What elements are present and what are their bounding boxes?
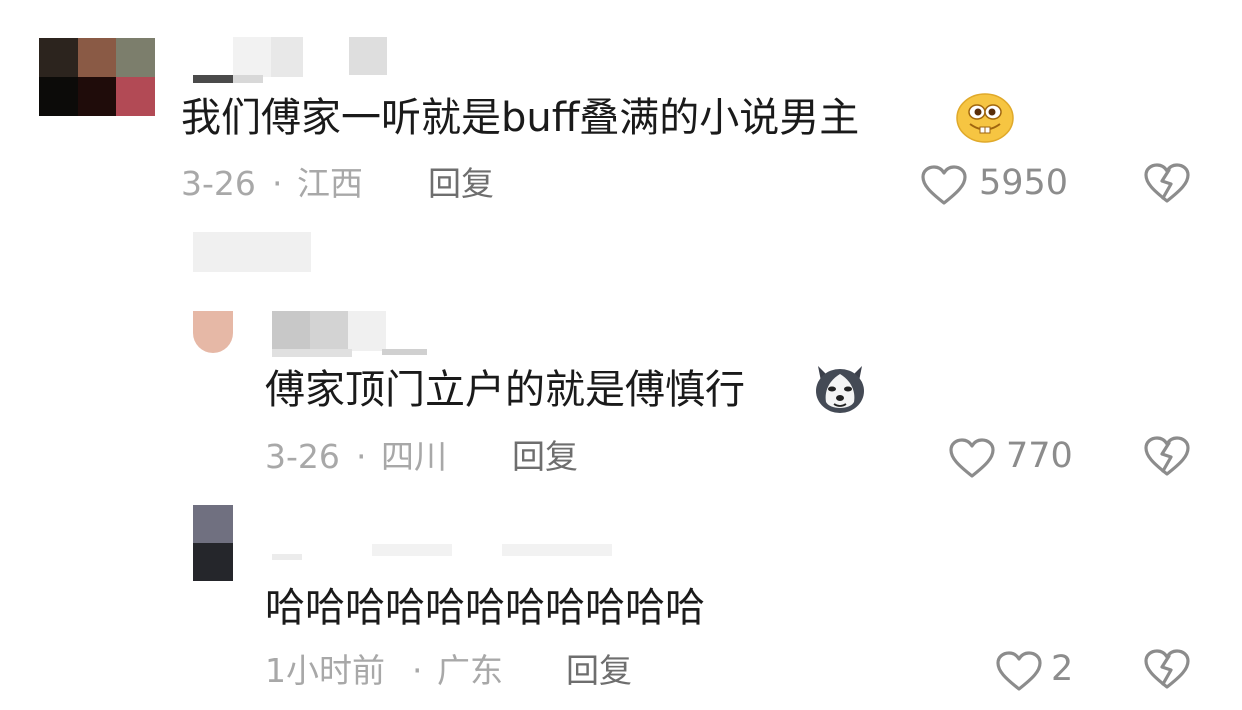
broken-heart-icon [1143,162,1191,204]
like-count: 770 [1006,436,1073,476]
username-censored[interactable] [272,540,652,560]
comment-text: 我们傅家一听就是buff叠满的小说男主 [181,95,860,141]
broken-heart-icon [1143,648,1191,690]
censored-block [193,232,311,272]
reply-button[interactable]: 回复 [428,167,494,200]
username-censored[interactable] [193,37,393,83]
like-count: 2 [1051,649,1074,689]
comment-location: 四川 [381,437,447,476]
comment-location: 江西 [297,164,363,203]
broken-heart-icon [1143,435,1191,477]
comment-text: 傅家顶门立户的就是傅慎行 [265,367,745,413]
reply-button[interactable]: 回复 [566,654,632,687]
dislike-button[interactable] [1143,435,1191,477]
comment-date: 3-26 [265,437,340,476]
username-censored[interactable] [272,311,432,357]
dislike-button[interactable] [1143,162,1191,204]
meta-separator: · [356,437,367,476]
like-button[interactable]: 5950 [920,162,1080,206]
avatar[interactable] [39,38,155,116]
smirk-emoji-icon [956,93,1014,143]
comment-date: 3-26 [181,164,256,203]
reply-button[interactable]: 回复 [512,440,578,473]
dislike-button[interactable] [1143,648,1191,690]
comment-text: 哈哈哈哈哈哈哈哈哈哈哈 [265,585,705,631]
meta-separator: · [412,651,423,690]
heart-icon [995,650,1043,692]
avatar[interactable] [193,505,233,581]
comment-date: 1小时前 [265,651,385,690]
like-button[interactable]: 770 [948,435,1078,479]
like-button[interactable]: 2 [995,648,1085,692]
like-count: 5950 [979,163,1069,203]
avatar[interactable] [193,311,233,353]
heart-icon [948,437,996,479]
comment-location: 广东 [437,651,503,690]
husky-emoji-icon [812,360,868,416]
meta-separator: · [272,164,283,203]
heart-icon [920,164,968,206]
